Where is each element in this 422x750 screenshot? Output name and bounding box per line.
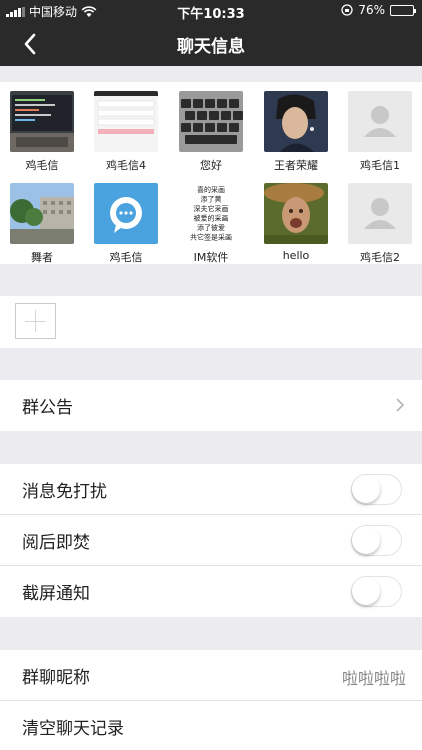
building-photo-icon (10, 183, 74, 244)
member-name: 您好 (200, 159, 222, 172)
burn-after-reading-toggle[interactable] (351, 525, 402, 556)
member-item[interactable]: 喜的采画 添了黄 深夫它采画 被爱的采画 添了彼爱 共它签是采画 IM软件 (179, 183, 243, 265)
member-name: 王者荣耀 (274, 159, 318, 172)
member-name: 鸡毛信 (109, 251, 143, 264)
member-item[interactable]: 鸡毛信2 (348, 183, 412, 265)
member-item[interactable]: 鸡毛信1 (348, 91, 412, 173)
laptop-code-photo-icon (10, 91, 74, 152)
member-name: IM软件 (193, 251, 229, 264)
calligraphy-line: 被爱的采画 (194, 214, 229, 223)
mute-row: 消息免打扰 (0, 464, 422, 515)
group-nickname-label: 群聊昵称 (22, 668, 90, 688)
announcement-row[interactable]: 群公告 (0, 380, 422, 431)
orientation-lock-icon (341, 4, 353, 16)
member-name: 鸡毛信 (25, 159, 59, 172)
member-name: 舞者 (31, 251, 53, 264)
page-title: 聊天信息 (177, 37, 245, 57)
keyboard-photo-icon (179, 91, 243, 152)
add-member-button[interactable] (15, 303, 56, 339)
burn-after-reading-row: 阅后即焚 (0, 515, 422, 566)
member-name: 鸡毛信1 (360, 159, 400, 172)
toggle-knob (352, 526, 380, 554)
screenshot-notify-toggle[interactable] (351, 576, 402, 607)
calligraphy-image-icon: 喜的采画 添了黄 深夫它采画 被爱的采画 添了彼爱 共它签是采画 (179, 183, 243, 244)
status-right: 76% (341, 3, 416, 17)
burn-after-reading-label: 阅后即焚 (22, 533, 90, 553)
group-nickname-row[interactable]: 群聊昵称 啦啦啦啦 (0, 650, 422, 701)
calligraphy-line: 添了彼爱 (197, 223, 225, 232)
member-item[interactable]: 鸡毛信4 (94, 91, 158, 173)
screenshot-notify-row: 截屏通知 (0, 566, 422, 617)
add-member-row (0, 296, 422, 348)
app-screenshot-icon (94, 91, 158, 152)
battery-icon (390, 4, 416, 16)
member-name: hello (282, 249, 310, 262)
nav-bar: 聊天信息 (0, 22, 422, 66)
member-item[interactable]: 王者荣耀 (264, 91, 328, 173)
calligraphy-line: 喜的采画 (197, 185, 225, 194)
mute-label: 消息免打扰 (22, 482, 107, 502)
calligraphy-line: 共它签是采画 (190, 233, 232, 242)
default-avatar-icon (348, 183, 412, 244)
chevron-right-icon (396, 398, 405, 412)
clear-history-label: 清空聊天记录 (22, 719, 124, 739)
chat-app-logo-icon (94, 183, 158, 244)
status-bar: 中国移动 下午10:33 76% (0, 0, 422, 22)
default-avatar-icon (348, 91, 412, 152)
member-name: 鸡毛信4 (106, 159, 146, 172)
announcement-label: 群公告 (22, 398, 73, 418)
member-name: 鸡毛信2 (360, 251, 400, 264)
calligraphy-line: 深夫它采画 (194, 204, 229, 213)
meme-photo-icon (264, 183, 328, 244)
clear-history-row[interactable]: 清空聊天记录 (0, 701, 422, 750)
toggle-knob (352, 475, 380, 503)
battery-percent: 76% (358, 3, 385, 17)
member-grid: 鸡毛信 鸡毛信4 您好 王者荣耀 鸡毛信1 舞者 鸡毛信 喜的采画 添了黄 深夫… (0, 82, 422, 264)
member-item[interactable]: 鸡毛信 (94, 183, 158, 265)
top-bar: 中国移动 下午10:33 76% 聊天信息 (0, 0, 422, 66)
toggle-knob (352, 577, 380, 605)
member-item[interactable]: hello (264, 183, 328, 262)
person-photo-icon (264, 91, 328, 152)
mute-toggle[interactable] (351, 474, 402, 505)
member-item[interactable]: 您好 (179, 91, 243, 173)
calligraphy-line: 添了黄 (201, 195, 222, 204)
member-item[interactable]: 鸡毛信 (10, 91, 74, 173)
screenshot-notify-label: 截屏通知 (22, 584, 90, 604)
group-nickname-value: 啦啦啦啦 (341, 669, 406, 688)
member-item[interactable]: 舞者 (10, 183, 74, 265)
